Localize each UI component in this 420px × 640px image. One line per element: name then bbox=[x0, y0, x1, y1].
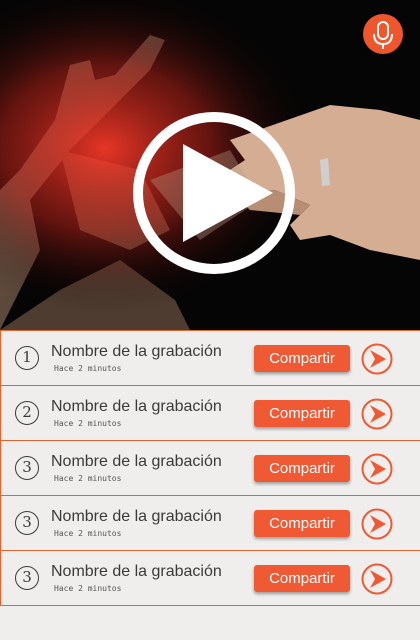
share-button[interactable]: Compartir bbox=[254, 565, 350, 592]
share-button[interactable]: Compartir bbox=[254, 345, 350, 372]
recording-time: Hace 2 minutos bbox=[54, 364, 122, 373]
item-number: 3 bbox=[15, 511, 39, 535]
list-item[interactable]: 2 Nombre de la grabación Hace 2 minutos … bbox=[0, 385, 420, 440]
recording-time: Hace 2 minutos bbox=[54, 529, 122, 538]
item-number: 2 bbox=[15, 401, 39, 425]
arrow-right-icon[interactable] bbox=[361, 563, 393, 595]
recording-title: Nombre de la grabación bbox=[51, 343, 222, 360]
recording-time: Hace 2 minutos bbox=[54, 584, 122, 593]
list-item[interactable]: 1 Nombre de la grabación Hace 2 minutos … bbox=[0, 330, 420, 385]
microphone-icon bbox=[373, 21, 393, 49]
recordings-list: 1 Nombre de la grabación Hace 2 minutos … bbox=[0, 330, 420, 606]
recording-title: Nombre de la grabación bbox=[51, 563, 222, 580]
recording-time: Hace 2 minutos bbox=[54, 419, 122, 428]
recording-time: Hace 2 minutos bbox=[54, 474, 122, 483]
recording-title: Nombre de la grabación bbox=[51, 508, 222, 525]
arrow-right-icon[interactable] bbox=[361, 508, 393, 540]
item-number: 1 bbox=[15, 346, 39, 370]
share-button[interactable]: Compartir bbox=[254, 400, 350, 427]
list-item[interactable]: 3 Nombre de la grabación Hace 2 minutos … bbox=[0, 495, 420, 550]
arrow-right-icon[interactable] bbox=[361, 343, 393, 375]
item-number: 3 bbox=[15, 566, 39, 590]
recording-title: Nombre de la grabación bbox=[51, 398, 222, 415]
video-hero bbox=[0, 0, 420, 330]
recording-title: Nombre de la grabación bbox=[51, 453, 222, 470]
share-button[interactable]: Compartir bbox=[254, 455, 350, 482]
arrow-right-icon[interactable] bbox=[361, 398, 393, 430]
arrow-right-icon[interactable] bbox=[361, 453, 393, 485]
list-item[interactable]: 3 Nombre de la grabación Hace 2 minutos … bbox=[0, 440, 420, 495]
record-microphone-button[interactable] bbox=[363, 14, 403, 54]
item-number: 3 bbox=[15, 456, 39, 480]
share-button[interactable]: Compartir bbox=[254, 510, 350, 537]
list-item[interactable]: 3 Nombre de la grabación Hace 2 minutos … bbox=[0, 550, 420, 606]
play-icon[interactable] bbox=[131, 110, 297, 276]
